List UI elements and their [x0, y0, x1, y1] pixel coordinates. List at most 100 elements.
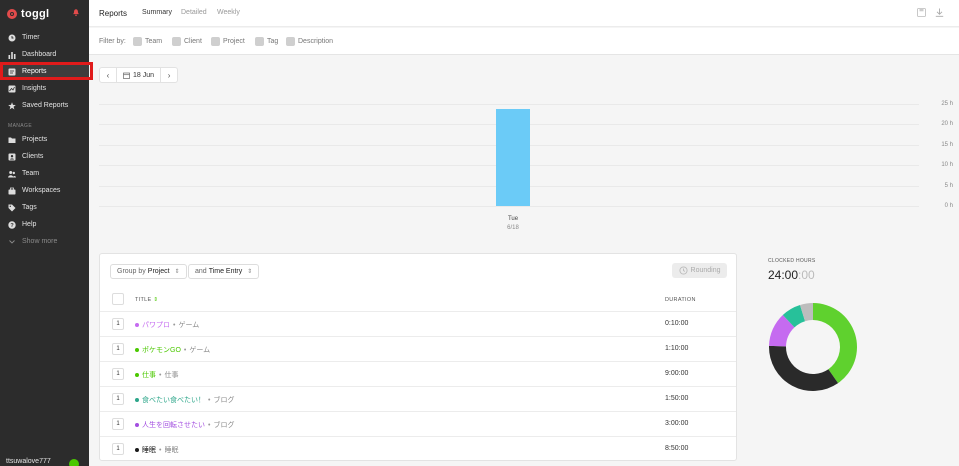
- clocked-hours-donut: [769, 303, 857, 391]
- table-row[interactable]: 1 パワプロ • ゲーム 0:10:00: [100, 311, 736, 336]
- client-name: 仕事: [164, 372, 179, 379]
- project-icon: [211, 37, 220, 46]
- project-name: 人生を回転させたい: [142, 422, 205, 429]
- sidebar-item-timer[interactable]: Timer: [0, 30, 89, 45]
- filter-description-label: Description: [298, 38, 334, 45]
- sidebar-item-clients[interactable]: Clients: [0, 149, 89, 164]
- table-row[interactable]: 1 睡眠 • 睡眠 8:50:00: [100, 436, 736, 461]
- manage-section-label: MANAGE: [8, 123, 33, 129]
- sidebar-item-saved-reports[interactable]: Saved Reports: [0, 98, 89, 113]
- group-by-select[interactable]: Group by Project ⇕: [110, 264, 187, 279]
- sidebar: toggl Timer Dashboard Reports Insights S…: [0, 0, 93, 466]
- column-title[interactable]: TITLE ⇕: [135, 297, 158, 303]
- entry-count[interactable]: 1: [112, 343, 124, 355]
- subgroup-select[interactable]: and Time Entry ⇕: [188, 264, 260, 279]
- toggl-logo[interactable]: toggl: [7, 7, 49, 21]
- filter-tag[interactable]: Tag: [255, 37, 278, 46]
- user-name[interactable]: ttsuwalove777: [6, 458, 51, 465]
- sidebar-item-reports[interactable]: Reports: [0, 64, 89, 79]
- insights-icon: [8, 85, 16, 93]
- x-tick-label: Tue: [507, 216, 519, 222]
- sidebar-item-team[interactable]: Team: [0, 166, 89, 181]
- chart-bar[interactable]: [496, 108, 530, 206]
- table-row[interactable]: 1 仕事 • 仕事 9:00:00: [100, 361, 736, 386]
- entry-count[interactable]: 1: [112, 393, 124, 405]
- filter-project[interactable]: Project: [211, 37, 245, 46]
- donut-segment[interactable]: [769, 345, 839, 391]
- sidebar-item-projects[interactable]: Projects: [0, 132, 89, 147]
- project-name: ポケモンGO: [142, 347, 181, 354]
- help-icon: ?: [8, 220, 16, 229]
- team-icon: [8, 170, 16, 178]
- sort-arrows-icon: ⇕: [247, 269, 253, 275]
- entry-count[interactable]: 1: [112, 418, 124, 430]
- next-date-button[interactable]: ›: [161, 68, 177, 82]
- filter-description[interactable]: Description: [286, 37, 333, 46]
- row-title: 人生を回転させたい • ブログ: [135, 420, 234, 430]
- sidebar-item-label: Dashboard: [22, 51, 57, 58]
- sidebar-item-tags[interactable]: Tags: [0, 200, 89, 215]
- client-name: ブログ: [213, 422, 235, 429]
- project-color-dot: [135, 398, 139, 402]
- separator-dot: •: [159, 446, 162, 454]
- rounding-label: Rounding: [690, 267, 721, 274]
- save-icon[interactable]: [917, 8, 926, 17]
- separator-dot: •: [208, 396, 211, 404]
- table-row[interactable]: 1 食べたい食べたい！ • ブログ 1:50:00: [100, 386, 736, 411]
- client-name: ゲーム: [178, 322, 200, 329]
- table-row[interactable]: 1 人生を回転させたい • ブログ 3:00:00: [100, 411, 736, 436]
- entry-count[interactable]: 1: [112, 318, 124, 330]
- sidebar-item-insights[interactable]: Insights: [0, 81, 89, 96]
- separator-dot: •: [183, 346, 187, 354]
- rounding-button[interactable]: Rounding: [672, 263, 727, 278]
- chevron-down-icon: [8, 238, 16, 246]
- chart-gridline: [99, 104, 919, 105]
- column-duration[interactable]: DURATION: [665, 297, 696, 303]
- prev-date-button[interactable]: ‹: [100, 68, 116, 82]
- filter-team[interactable]: Team: [133, 37, 162, 46]
- sidebar-item-label: Insights: [22, 85, 47, 92]
- avatar[interactable]: [69, 459, 79, 466]
- sidebar-item-label: Workspaces: [22, 187, 61, 194]
- project-color-dot: [135, 348, 139, 352]
- group-by-prefix: Group by: [117, 268, 146, 275]
- project-name: 食べたい食べたい！: [142, 397, 205, 404]
- entry-count[interactable]: 1: [112, 443, 124, 455]
- tag-icon: [255, 37, 264, 46]
- sidebar-item-dashboard[interactable]: Dashboard: [0, 47, 89, 62]
- project-color-dot: [135, 373, 139, 377]
- client-name: ゲーム: [189, 347, 211, 354]
- tab-summary[interactable]: Summary: [142, 9, 172, 16]
- star-icon: [8, 101, 16, 110]
- subgroup-value: Time Entry: [208, 268, 243, 275]
- row-title: 仕事 • 仕事: [135, 370, 178, 380]
- row-duration: 1:50:00: [665, 395, 689, 402]
- clock-icon: [8, 34, 16, 42]
- sidebar-item-workspaces[interactable]: Workspaces: [0, 183, 89, 198]
- tab-weekly[interactable]: Weekly: [217, 9, 240, 16]
- sidebar-item-show-more[interactable]: Show more: [0, 234, 89, 249]
- expand-all-toggle[interactable]: [112, 293, 124, 305]
- sidebar-item-label: Clients: [22, 153, 44, 160]
- project-color-dot: [135, 448, 139, 452]
- tab-detailed[interactable]: Detailed: [181, 9, 207, 16]
- clocked-hours-label: CLOCKED HOURS: [768, 258, 816, 264]
- entry-count[interactable]: 1: [112, 368, 124, 380]
- download-icon[interactable]: [935, 8, 944, 17]
- row-duration: 0:10:00: [665, 320, 689, 327]
- toggl-power-icon: [7, 9, 17, 19]
- notification-bell-icon[interactable]: [72, 8, 80, 17]
- y-tick-label: 15 h: [941, 141, 953, 148]
- y-tick-label: 20 h: [941, 121, 953, 128]
- calendar-icon: [123, 72, 130, 79]
- tag-icon: [8, 204, 16, 212]
- date-picker[interactable]: 18 Jun: [116, 68, 162, 82]
- sidebar-item-help[interactable]: ? Help: [0, 217, 89, 232]
- donut-segment[interactable]: [813, 303, 857, 384]
- separator-dot: •: [159, 371, 162, 379]
- y-tick-label: 10 h: [941, 162, 953, 169]
- row-duration: 3:00:00: [665, 420, 689, 427]
- time-bar-chart: 25 h 20 h 15 h 10 h 5 h 0 h Tue 6/18: [89, 95, 959, 240]
- filter-client[interactable]: Client: [172, 37, 202, 46]
- table-row[interactable]: 1 ポケモンGO • ゲーム 1:10:00: [100, 336, 736, 361]
